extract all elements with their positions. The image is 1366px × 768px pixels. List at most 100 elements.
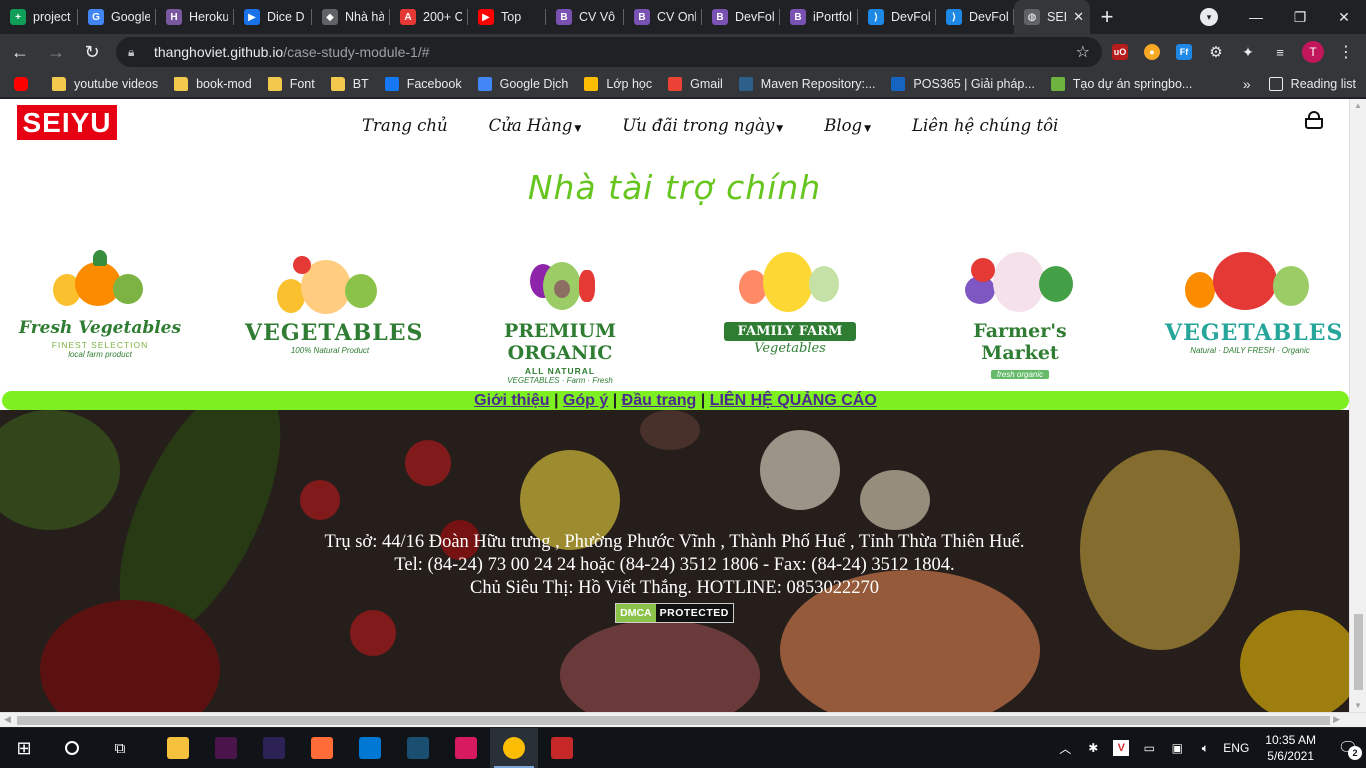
browser-tab[interactable]: B CV Onl [624,0,702,34]
postman-icon [311,737,333,759]
tab-search-icon[interactable]: ▾ [1200,8,1218,26]
seiyu-logo[interactable]: SEIYU [17,105,117,140]
bookmark-folder[interactable]: Font [267,76,315,91]
bluetooth-icon[interactable]: ✱ [1079,741,1107,755]
sponsor-logo-premium-organic[interactable]: PREMIUM ORGANIC ALL NATURAL VEGETABLES ·… [475,244,645,385]
scroll-right-arrow-icon[interactable]: ▶ [1333,714,1340,725]
footer-link-feedback[interactable]: Góp ý [563,392,608,409]
clock[interactable]: 10:35 AM 5/6/2021 [1265,732,1316,764]
notification-center-icon[interactable]: 🗨︎ 2 [1330,728,1366,768]
tab-strip: + project G Google H Heroku ▶ Dice D ◆ Nhà hà A 200… [0,0,1366,34]
dmca-badge[interactable]: DMCA PROTECTED [615,603,734,623]
bookmark-item[interactable]: Tạo dự án springbo... [1050,76,1192,91]
volume-icon[interactable]: 🔈︎ [1191,741,1219,756]
eclipse-taskbar-button[interactable] [250,728,298,768]
language-indicator[interactable]: ENG [1219,741,1253,755]
sponsor-logo-farmers-market[interactable]: Farmer's Market fresh organic [935,244,1105,379]
postman-taskbar-button[interactable] [298,728,346,768]
media-control-icon[interactable]: ≡ [1266,38,1294,66]
bookmark-folder[interactable]: youtube videos [52,76,158,91]
chrome-menu-icon[interactable]: ⋮ [1338,42,1354,62]
sponsor-logo-vegetables[interactable]: VEGETABLES 100% Natural Product [245,244,422,369]
garena-taskbar-button[interactable] [538,728,586,768]
back-button[interactable]: ← [4,36,36,68]
horizontal-scrollbar[interactable]: ◀ ▶ [0,712,1366,727]
bookmark-folder[interactable]: book-mod [174,76,252,91]
bookmark-item[interactable]: Facebook [384,76,462,91]
vertical-scroll-thumb[interactable] [1354,614,1363,690]
start-button[interactable]: ⊞ [0,728,48,768]
bookmark-item[interactable]: Maven Repository:... [738,76,875,91]
battery-icon[interactable]: ▭ [1135,741,1163,755]
browser-tab[interactable]: BiPortfol [780,0,858,34]
bookmark-item[interactable]: Google Dịch [477,76,568,91]
close-window-button[interactable]: ✕ [1322,0,1366,34]
address-bar[interactable]: 🔒︎ thanghoviet.github.io/case-study-modu… [116,37,1102,67]
bookmark-star-icon[interactable]: ☆ [1076,42,1090,62]
puzzle-icon[interactable]: ✦ [1234,38,1262,66]
browser-tab[interactable]: ◍ SEI ✕ [1014,0,1090,34]
search-button[interactable] [48,728,96,768]
task-view-button[interactable]: ⧉ [96,728,144,768]
footer-link-top[interactable]: Đầu trang [622,392,697,409]
nav-item[interactable]: Ưu đãi trong ngày ▼ [622,116,783,135]
font-extension-icon[interactable]: Ff [1170,38,1198,66]
dropdown-caret-icon: ▼ [776,124,784,134]
vscode-taskbar-button[interactable] [346,728,394,768]
sponsor-logo-fresh-vegetables[interactable]: Fresh Vegetables FINEST SELECTION local … [15,244,185,369]
browser-tab[interactable]: ◆ Nhà hà [312,0,390,34]
chrome-taskbar-button[interactable] [490,728,538,768]
browser-tab[interactable]: B CV Vô [546,0,624,34]
vivaldi-tray-icon[interactable]: V [1107,740,1135,756]
cart-icon[interactable] [1303,111,1325,131]
reload-button[interactable]: ↻ [76,36,108,68]
bookmark-item[interactable]: POS365 | Giải pháp... [891,76,1035,91]
vertical-scrollbar[interactable]: ▲ ▼ [1349,99,1366,712]
bookmark-folder[interactable]: BT [330,76,369,91]
nav-item[interactable]: Blog ▼ [824,116,871,135]
sponsor-logo-family-farm[interactable]: FAMILY FARM Vegetables [705,244,875,369]
scroll-down-arrow-icon[interactable]: ▼ [1354,701,1362,710]
browser-tab[interactable]: + project [0,0,78,34]
forward-button[interactable]: → [40,36,72,68]
bookmark-item[interactable]: Lớp học [584,76,652,91]
sponsor-logo-vegetables-daily-fresh[interactable]: VEGETABLES Natural · DAILY FRESH · Organ… [1165,244,1342,369]
browser-tab[interactable]: ▶ Top [468,0,546,34]
close-tab-icon[interactable]: ✕ [1073,9,1084,25]
nav-item[interactable]: Liên hệ chúng tôi [912,116,1058,135]
new-tab-button[interactable]: + [1090,0,1124,34]
tray-overflow-icon[interactable]: ︿ [1051,740,1079,757]
tab-title: DevFol [891,10,930,24]
gear-extension-icon[interactable]: ⚙ [1202,38,1230,66]
browser-tab[interactable]: A 200+ C [390,0,468,34]
footer-link-about[interactable]: Giới thiệu [474,392,549,409]
browser-tab[interactable]: B DevFol [702,0,780,34]
browser-tab[interactable]: ⟩ DevFol [858,0,936,34]
scroll-up-arrow-icon[interactable]: ▲ [1354,101,1362,110]
youtube-bookmark[interactable] [14,76,36,91]
browser-tab[interactable]: H Heroku [156,0,234,34]
browser-tab[interactable]: G Google [78,0,156,34]
profile-avatar[interactable]: T [1302,41,1324,63]
horizontal-scroll-thumb[interactable] [17,716,1330,725]
reading-list-button[interactable]: Reading list [1268,77,1356,91]
tab-title: DevFol [969,10,1008,24]
more-bookmarks-icon[interactable]: » [1243,76,1251,92]
network-icon[interactable]: ▣ [1163,741,1191,755]
extension-icon[interactable]: ● [1138,38,1166,66]
browser-tab[interactable]: ⟩ DevFol [936,0,1014,34]
browser-tab[interactable]: ▶ Dice D [234,0,312,34]
footer-link-ads[interactable]: LIÊN HỆ QUẢNG CÁO [710,392,877,409]
intellij-taskbar-button[interactable] [442,728,490,768]
slack-taskbar-button[interactable] [202,728,250,768]
bookmark-item[interactable]: Gmail [668,76,723,91]
nav-item[interactable]: Cửa Hàng ▼ [489,116,582,135]
minimize-button[interactable]: — [1234,0,1278,34]
mysql-workbench-taskbar-button[interactable] [394,728,442,768]
maximize-button[interactable]: ❐ [1278,0,1322,34]
file-explorer-taskbar-button[interactable] [154,728,202,768]
nav-item[interactable]: Trang chủ [362,116,448,135]
scroll-left-arrow-icon[interactable]: ◀ [4,714,11,725]
vegetable-illustration [475,244,645,314]
ublock-extension-icon[interactable]: uO [1106,38,1134,66]
